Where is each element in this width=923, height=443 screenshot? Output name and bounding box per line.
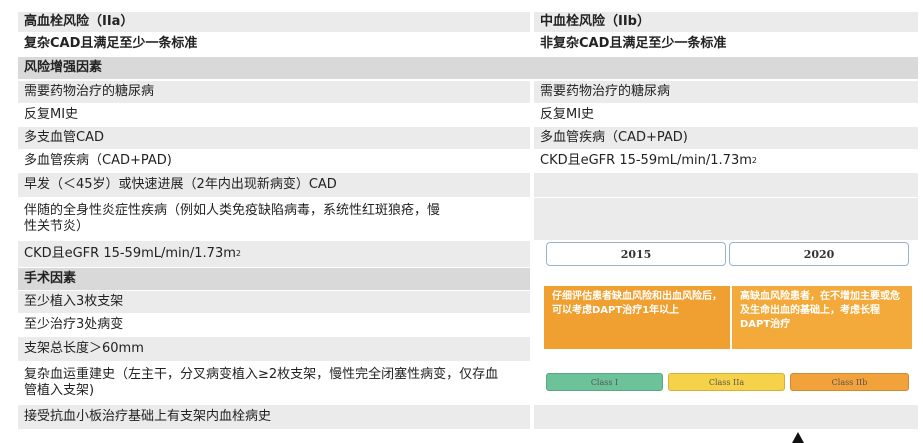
proc-right-empty: [534, 405, 918, 429]
class-i-pill: Class I: [546, 373, 663, 391]
proc-left-item: 至少治疗3处病变: [24, 317, 124, 332]
year-2015-box: 2015: [546, 242, 726, 266]
risk-left-ckd: CKD且eGFR 15-59mL/min/1.73m 2: [18, 241, 530, 267]
risk-right-item: 需要药物治疗的糖尿病: [534, 81, 918, 103]
risk-left-item: 需要药物治疗的糖尿病: [18, 81, 530, 103]
slide: 高血栓风险（IIa） 中血栓风险（IIb） 复杂CAD且满足至少一条标准 非复杂…: [0, 0, 923, 443]
risk-right-empty: [534, 198, 918, 240]
year-2020-box: 2020: [729, 242, 909, 266]
risk-right-ckd: CKD且eGFR 15-59mL/min/1.73m 2: [540, 153, 757, 168]
class-iia-pill: Class IIa: [668, 373, 785, 391]
risk-right-item: 反复MI史: [540, 107, 595, 122]
section-procedural-factors: 手术因素: [18, 268, 530, 290]
criteria-left: 复杂CAD且满足至少一条标准: [24, 36, 198, 51]
recommendation-2015: 仔细评估患者缺血风险和出血风险后，可以考虑DAPT治疗1年以上: [544, 286, 730, 349]
criteria-right: 非复杂CAD且满足至少一条标准: [540, 36, 727, 51]
risk-left-item: 早发（＜45岁）或快速进展（2年内出现新病变）CAD: [18, 173, 530, 197]
proc-left-item: 支架总长度＞60mm: [18, 337, 530, 361]
risk-left-item: 多血管疾病（CAD+PAD): [24, 153, 172, 168]
header-right-title: 中血栓风险（IIb）: [534, 12, 918, 32]
ckd-text: CKD且eGFR 15-59mL/min/1.73m: [540, 153, 752, 168]
risk-left-item: 反复MI史: [24, 107, 79, 122]
risk-left-item: 伴随的全身性炎症性疾病（例如人类免疫缺陷病毒，系统性红斑狼疮，慢性关节炎）: [24, 203, 441, 234]
class-iib-pill: Class IIb: [790, 373, 909, 391]
risk-right-empty: [534, 173, 918, 197]
recommendation-2020: 高缺血风险患者，在不增加主要或危及生命出血的基础上，考虑长程DAPT治疗: [732, 286, 912, 349]
mouse-cursor-icon: [792, 432, 804, 443]
proc-left-item: 至少植入3枚支架: [18, 291, 530, 313]
header-left-title: 高血栓风险（IIa）: [18, 12, 530, 32]
risk-left-item: 多支血管CAD: [18, 127, 530, 149]
proc-left-item: 接受抗血小板治疗基础上有支架内血栓病史: [18, 405, 530, 429]
section-risk-factors: 风险增强因素: [18, 57, 918, 79]
proc-left-item: 复杂血运重建史（左主干，分叉病变植入≥2枚支架，慢性完全闭塞性病变，仅存血管植入…: [24, 367, 499, 398]
ckd-text: CKD且eGFR 15-59mL/min/1.73m: [24, 246, 236, 261]
risk-right-item: 多血管疾病（CAD+PAD): [534, 127, 918, 149]
